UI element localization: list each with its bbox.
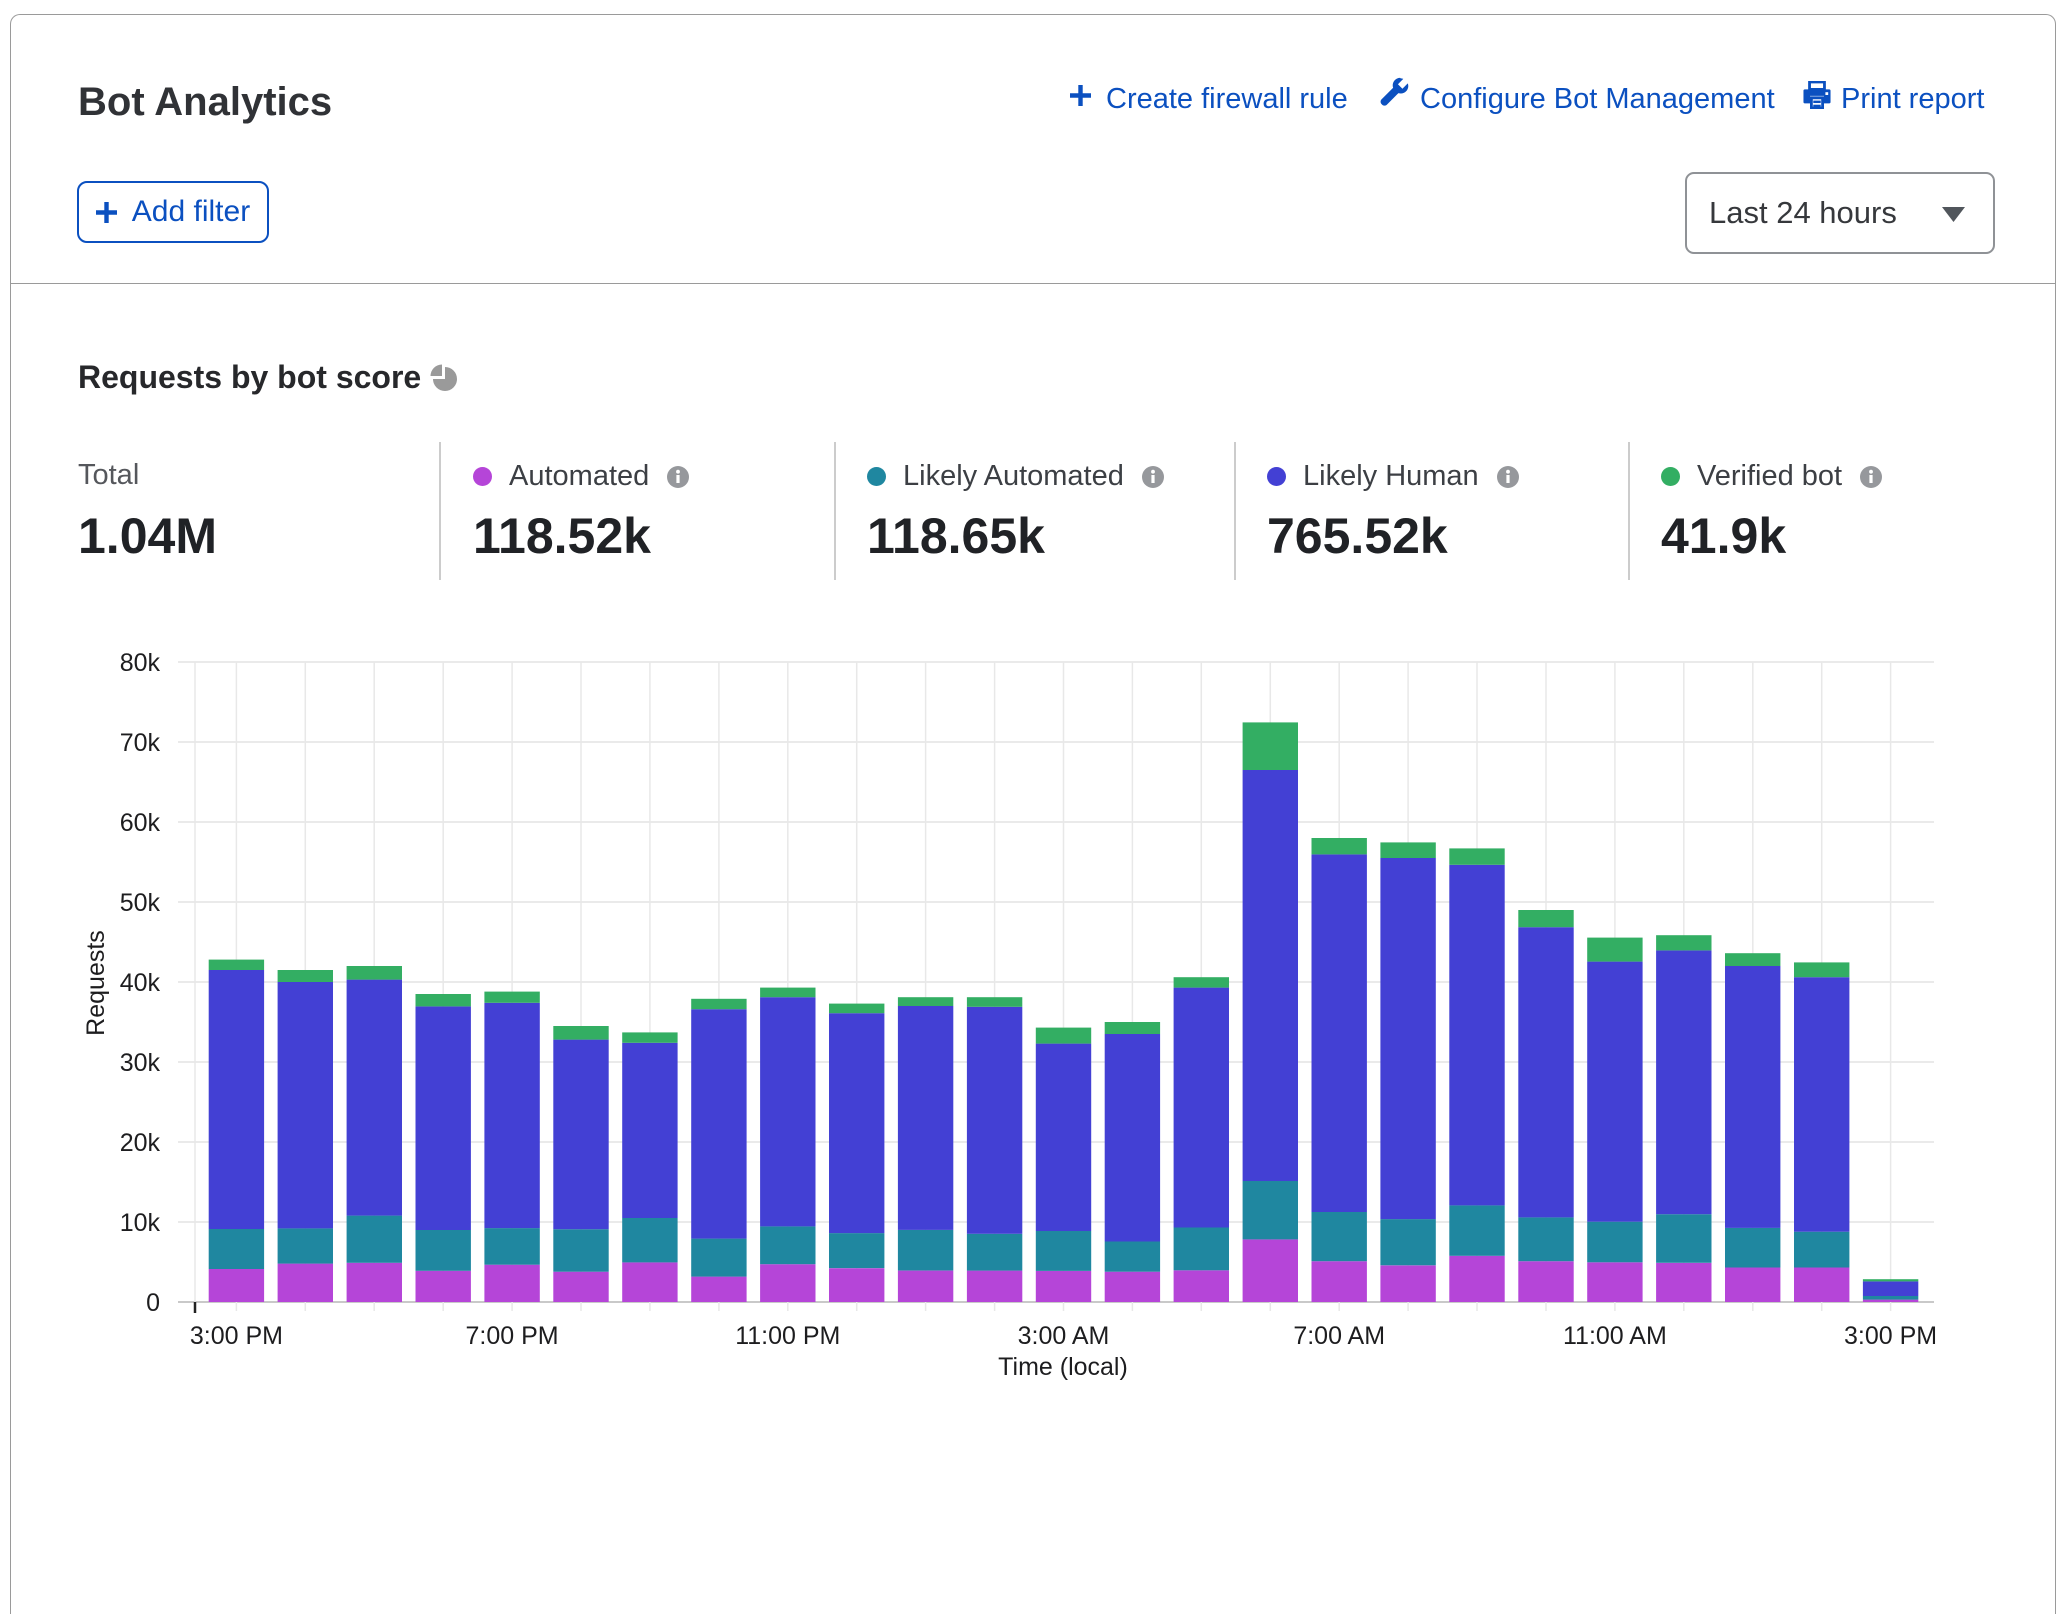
svg-text:80k: 80k (120, 649, 161, 677)
svg-text:Requests: Requests (82, 930, 110, 1036)
svg-text:3:00 AM: 3:00 AM (1018, 1322, 1110, 1350)
svg-text:30k: 30k (120, 1049, 161, 1077)
svg-text:60k: 60k (120, 809, 161, 837)
svg-text:3:00 PM: 3:00 PM (190, 1322, 283, 1350)
svg-text:11:00 PM: 11:00 PM (735, 1322, 840, 1350)
svg-text:10k: 10k (120, 1209, 161, 1237)
svg-text:Time (local): Time (local) (998, 1353, 1128, 1381)
svg-text:50k: 50k (120, 889, 161, 917)
svg-text:11:00 AM: 11:00 AM (1563, 1322, 1667, 1350)
svg-text:7:00 PM: 7:00 PM (466, 1322, 559, 1350)
svg-text:20k: 20k (120, 1129, 161, 1157)
svg-text:0: 0 (146, 1289, 160, 1317)
svg-text:40k: 40k (120, 969, 161, 997)
svg-text:70k: 70k (120, 729, 161, 757)
svg-text:3:00 PM: 3:00 PM (1844, 1322, 1937, 1350)
svg-text:7:00 AM: 7:00 AM (1293, 1322, 1385, 1350)
